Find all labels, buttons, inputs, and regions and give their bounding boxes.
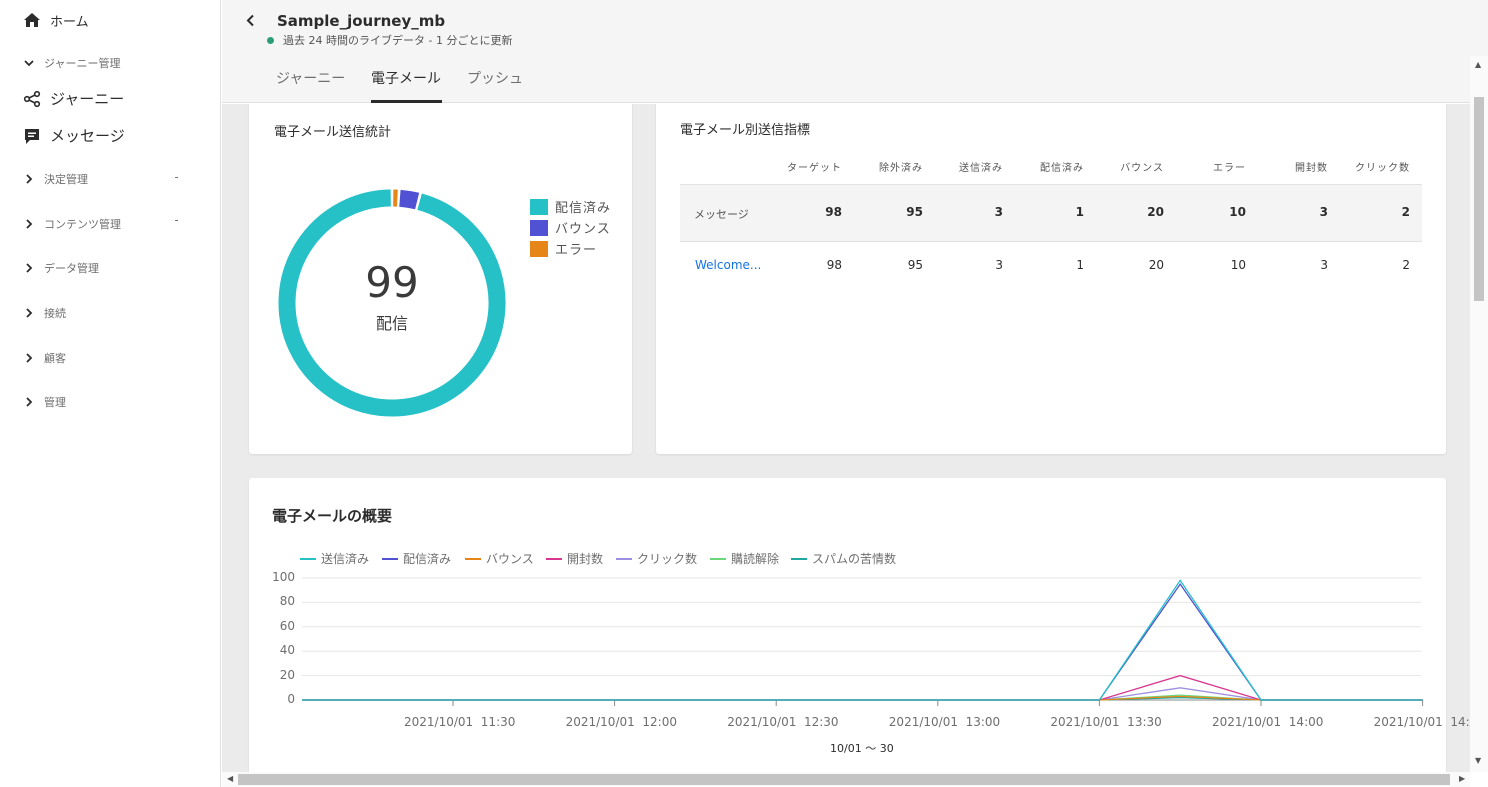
x-tick-label: 2021/10/01 12:30 xyxy=(727,715,839,729)
main-content: 電子メール送信統計 99 配信 配信済み バウンス エラー 電子メール別送信指標… xyxy=(222,104,1470,772)
x-tick-label: 2021/10/01 12:00 xyxy=(565,715,677,729)
nav-journeys[interactable]: ジャーニー xyxy=(22,88,124,109)
x-tick-label: 2021/10/01 13:30 xyxy=(1050,715,1162,729)
nav-messages-label: メッセージ xyxy=(50,127,125,145)
nav-content-management-label: コンテンツ管理 xyxy=(44,218,121,231)
nav-administration[interactable]: 管理 xyxy=(22,394,66,410)
nav-home[interactable]: ホーム xyxy=(22,10,89,30)
home-icon xyxy=(22,10,42,30)
chevron-right-icon xyxy=(22,263,36,273)
active-tab-indicator xyxy=(371,100,442,103)
chevron-right-icon xyxy=(22,174,36,184)
nav-customers[interactable]: 顧客 xyxy=(22,350,66,366)
nav-journeys-label: ジャーニー xyxy=(50,90,125,108)
live-status: 過去 24 時間のライブデータ - 1 分ごとに更新 xyxy=(267,32,512,48)
page-title: Sample_journey_mb xyxy=(277,12,446,30)
chevron-right-icon xyxy=(22,353,36,363)
series-line-3[interactable] xyxy=(302,674,1423,701)
scroll-right-icon[interactable]: ▶ xyxy=(1459,774,1465,783)
tab-push[interactable]: プッシュ xyxy=(467,68,523,88)
nav-decision-management[interactable]: 決定管理 xyxy=(22,171,88,187)
nav-journey-management-label: ジャーニー管理 xyxy=(44,57,121,70)
journey-icon xyxy=(22,89,42,109)
x-tick-label: 2021/10/01 11:30 xyxy=(404,715,516,729)
tab-email[interactable]: 電子メール xyxy=(371,68,441,88)
live-status-text: 過去 24 時間のライブデータ - 1 分ごとに更新 xyxy=(283,34,513,47)
series-line-1[interactable] xyxy=(302,582,1423,701)
nav-content-management[interactable]: コンテンツ管理 xyxy=(22,216,121,232)
chevron-right-icon xyxy=(22,308,36,318)
x-axis-caption: 10/01 ～ 30 xyxy=(830,742,894,755)
divider xyxy=(175,177,178,178)
nav-data-management[interactable]: データ管理 xyxy=(22,260,99,276)
scroll-up-icon[interactable]: ▲ xyxy=(1475,60,1481,69)
series-line-0[interactable] xyxy=(302,579,1423,701)
status-dot-icon xyxy=(267,36,274,44)
chevron-down-icon xyxy=(22,59,36,67)
line-chart xyxy=(302,577,1424,706)
nav-journey-management[interactable]: ジャーニー管理 xyxy=(22,55,120,71)
x-tick-label: 2021/10/01 14:00 xyxy=(1212,715,1324,729)
nav-data-management-label: データ管理 xyxy=(44,262,99,275)
horizontal-scrollbar[interactable]: ◀ ▶ xyxy=(222,772,1470,787)
nav-connections[interactable]: 接続 xyxy=(22,305,66,321)
nav-administration-label: 管理 xyxy=(44,396,66,409)
nav-messages[interactable]: メッセージ xyxy=(22,125,125,146)
horizontal-scroll-thumb[interactable] xyxy=(238,774,1450,785)
scroll-down-icon[interactable]: ▼ xyxy=(1475,756,1481,765)
chevron-right-icon xyxy=(22,397,36,407)
x-tick-label: 2021/10/01 14:30 xyxy=(1373,715,1470,729)
scroll-left-icon[interactable]: ◀ xyxy=(227,774,233,783)
page-header: Sample_journey_mb 過去 24 時間のライブデータ - 1 分ご… xyxy=(222,0,1488,103)
message-icon xyxy=(22,126,42,146)
back-button[interactable] xyxy=(242,11,258,29)
tab-journey[interactable]: ジャーニー xyxy=(276,68,345,88)
vertical-scroll-thumb[interactable] xyxy=(1474,97,1484,301)
left-navigation: ホーム ジャーニー管理 ジャーニー メッセージ 決定管理 コンテンツ管理 データ… xyxy=(0,0,221,787)
nav-customers-label: 顧客 xyxy=(44,352,66,365)
nav-connections-label: 接続 xyxy=(44,307,66,320)
chevron-left-icon xyxy=(246,14,254,26)
nav-decision-management-label: 決定管理 xyxy=(44,173,88,186)
vertical-scrollbar[interactable]: ▲ ▼ xyxy=(1470,56,1488,772)
chevron-right-icon xyxy=(22,219,36,229)
nav-home-label: ホーム xyxy=(50,14,89,30)
divider xyxy=(175,220,178,221)
x-tick-label: 2021/10/01 13:00 xyxy=(888,715,1001,729)
